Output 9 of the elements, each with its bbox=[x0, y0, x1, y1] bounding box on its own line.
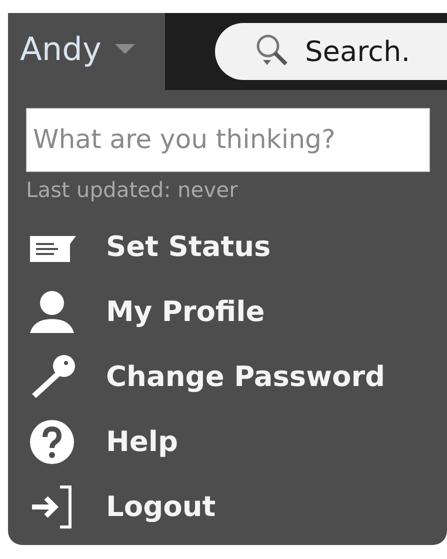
status-input-field[interactable]: What are you thinking? bbox=[26, 108, 430, 172]
menu-item[interactable]: Logout bbox=[26, 474, 430, 539]
menu-item[interactable]: Help bbox=[26, 409, 430, 474]
search-field[interactable]: Search. bbox=[215, 23, 447, 80]
menu-item[interactable]: My Profile bbox=[26, 279, 430, 344]
caret-icon bbox=[115, 44, 136, 54]
menu-item[interactable]: Change Password bbox=[26, 344, 430, 409]
last-updated-text: Last updated: never bbox=[26, 178, 238, 202]
menu-item[interactable]: Set Status bbox=[26, 214, 430, 279]
